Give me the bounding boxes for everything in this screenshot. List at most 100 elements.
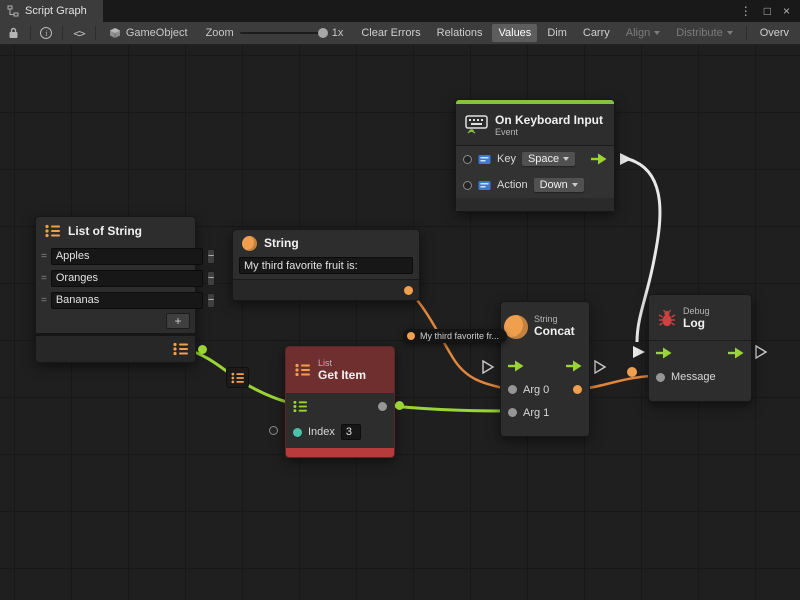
overview-button[interactable]: Overv xyxy=(754,24,795,42)
flow-input-port[interactable] xyxy=(656,347,672,359)
zoom-slider[interactable] xyxy=(240,32,326,34)
key-dropdown[interactable]: Space xyxy=(522,152,575,166)
list-item-row: = − xyxy=(36,267,195,289)
action-dropdown[interactable]: Down xyxy=(534,178,584,192)
index-value-field[interactable]: 3 xyxy=(341,424,361,440)
node-get-item[interactable]: List Get Item Index 3 xyxy=(285,346,395,458)
node-on-keyboard-input[interactable]: On Keyboard Input Event Key Space Action… xyxy=(455,99,615,212)
node-title: On Keyboard Input xyxy=(495,113,603,127)
chevron-down-icon xyxy=(563,157,569,161)
list-icon xyxy=(231,372,245,384)
gameobject-selector[interactable]: GameObject xyxy=(103,27,194,39)
chevron-down-icon xyxy=(654,31,660,35)
info-icon[interactable]: i xyxy=(38,24,56,42)
drag-handle-icon[interactable]: = xyxy=(41,251,47,262)
zoom-label: Zoom xyxy=(206,27,234,39)
graph-canvas[interactable]: List of String = − = − = − + String xyxy=(0,45,800,600)
remove-item-button[interactable]: − xyxy=(207,249,215,264)
wire-value-dot xyxy=(627,367,637,377)
node-over-title: List xyxy=(318,358,366,368)
result-output-port[interactable] xyxy=(573,385,582,394)
key-label: Key xyxy=(497,153,516,165)
arg1-input-port[interactable] xyxy=(508,408,517,417)
flow-arrow-start xyxy=(620,153,632,165)
list-item-row: = − xyxy=(36,245,195,267)
zoom-control: Zoom 1x xyxy=(206,27,344,39)
list-item-input[interactable] xyxy=(51,270,203,287)
remove-item-button[interactable]: − xyxy=(207,293,215,308)
add-item-button[interactable]: + xyxy=(166,313,190,329)
keyboard-icon xyxy=(465,115,488,135)
string-output-port[interactable] xyxy=(404,286,413,295)
message-input-port[interactable] xyxy=(656,373,665,382)
wire-concat-to-log[interactable] xyxy=(580,376,650,389)
toolbar-separator xyxy=(95,26,96,40)
wire-value-tooltip: My third favorite fr... xyxy=(403,329,507,343)
node-concat[interactable]: String Concat Arg 0 Arg 1 xyxy=(500,301,590,437)
string-icon xyxy=(504,315,528,339)
key-port-row: Key Space xyxy=(456,146,614,172)
values-button[interactable]: Values xyxy=(492,24,537,42)
window-menu-icon[interactable]: ⋮ xyxy=(740,4,752,18)
list-item-input[interactable] xyxy=(51,248,203,265)
index-label: Index xyxy=(308,426,335,438)
relations-button[interactable]: Relations xyxy=(431,24,489,42)
key-input-port[interactable] xyxy=(463,155,472,164)
flow-port-triangle xyxy=(483,361,493,373)
node-list-of-string[interactable]: List of String = − = − = − + xyxy=(35,216,196,363)
remove-item-button[interactable]: − xyxy=(207,271,215,286)
cube-icon xyxy=(109,27,121,39)
carry-button[interactable]: Carry xyxy=(577,24,616,42)
clear-errors-button[interactable]: Clear Errors xyxy=(355,24,426,42)
index-input-port[interactable] xyxy=(293,428,302,437)
bug-icon xyxy=(658,308,676,327)
action-port-row: Action Down xyxy=(456,172,614,198)
list-output-port[interactable] xyxy=(173,342,189,356)
node-title: List of String xyxy=(68,224,142,238)
unconnected-index-port[interactable] xyxy=(269,426,278,435)
flow-port-triangle xyxy=(756,346,766,358)
item-output-port[interactable] xyxy=(378,402,387,411)
arg0-input-port[interactable] xyxy=(508,385,517,394)
flow-row xyxy=(501,354,589,378)
wire-value-chip-list xyxy=(226,367,249,388)
maximize-icon[interactable]: □ xyxy=(764,4,771,18)
node-title: Get Item xyxy=(318,368,366,382)
list-item-row: = − xyxy=(36,289,195,311)
align-dropdown[interactable]: Align xyxy=(620,24,666,42)
distribute-dropdown[interactable]: Distribute xyxy=(670,24,738,42)
gameobject-label: GameObject xyxy=(126,27,188,39)
zoom-slider-handle[interactable] xyxy=(318,28,328,38)
code-view-icon[interactable]: <> xyxy=(70,24,88,42)
string-icon xyxy=(242,236,257,251)
wire-value-text: My third favorite fr... xyxy=(420,331,499,341)
list-input-port[interactable] xyxy=(293,400,308,413)
node-over-title: String xyxy=(534,314,575,324)
action-input-port[interactable] xyxy=(463,181,472,190)
flow-port-triangle xyxy=(595,361,605,373)
key-device-icon xyxy=(478,153,491,166)
string-value-dot xyxy=(407,332,415,340)
action-device-icon xyxy=(478,179,491,192)
drag-handle-icon[interactable]: = xyxy=(41,295,47,306)
node-title: String xyxy=(264,236,299,250)
error-bar xyxy=(286,448,394,457)
node-title: Concat xyxy=(534,324,575,338)
tab-script-graph[interactable]: Script Graph xyxy=(0,0,103,22)
lock-icon[interactable] xyxy=(5,24,23,42)
list-icon xyxy=(45,224,61,238)
close-icon[interactable]: × xyxy=(783,4,790,18)
flow-input-port[interactable] xyxy=(508,360,524,372)
arg1-row: Arg 1 xyxy=(501,401,589,424)
toolbar-separator xyxy=(746,26,747,40)
flow-output-port[interactable] xyxy=(728,347,744,359)
drag-handle-icon[interactable]: = xyxy=(41,273,47,284)
list-item-input[interactable] xyxy=(51,292,203,309)
node-string-literal[interactable]: String xyxy=(232,229,420,301)
dim-button[interactable]: Dim xyxy=(541,24,573,42)
flow-output-port[interactable] xyxy=(566,360,582,372)
string-value-input[interactable] xyxy=(239,257,413,274)
chevron-down-icon xyxy=(727,31,733,35)
node-log[interactable]: Debug Log Message xyxy=(648,294,752,402)
trigger-output-port[interactable] xyxy=(591,153,607,165)
